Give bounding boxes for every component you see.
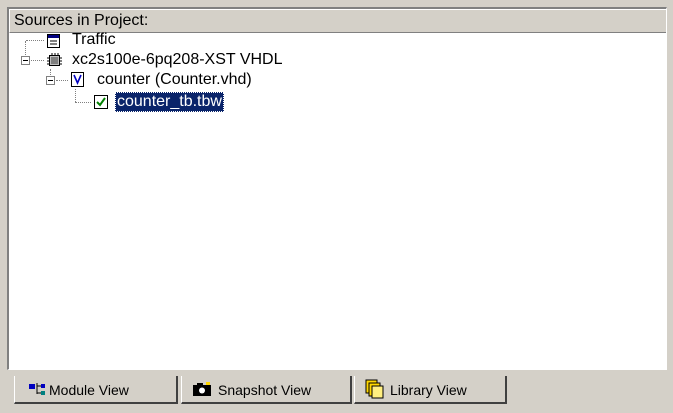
tab-label: Library View — [390, 382, 467, 398]
tab-label: Snapshot View — [218, 382, 312, 398]
tab-snapshot-view[interactable]: Snapshot View — [181, 376, 352, 404]
source-tree: Traffic xc2s100e-6pq208-XST VHDL counter — [9, 31, 666, 369]
testbench-icon — [94, 95, 108, 109]
chip-icon — [47, 53, 62, 66]
module-view-icon — [29, 383, 45, 395]
tree-line — [56, 80, 68, 81]
collapse-toggle-device[interactable] — [21, 56, 30, 65]
tab-module-view[interactable]: Module View — [14, 376, 178, 404]
tree-line — [31, 60, 44, 61]
tree-line — [26, 40, 44, 41]
tree-item-label: counter (Counter.vhd) — [97, 71, 252, 88]
project-file-icon — [47, 34, 60, 48]
tree-line — [75, 89, 76, 102]
tree-item-label: xc2s100e-6pq208-XST VHDL — [72, 51, 283, 68]
tree-line — [75, 102, 91, 103]
camera-icon — [193, 382, 211, 396]
collapse-toggle-counter[interactable] — [46, 76, 55, 85]
tree-item-label: counter_tb.tbw — [115, 92, 224, 112]
tree-item-label: Traffic — [72, 31, 116, 48]
tab-label: Module View — [49, 382, 129, 398]
sources-panel: Sources in Project: Traffic xc2s100e-6pq… — [7, 7, 667, 370]
tab-library-view[interactable]: Library View — [354, 376, 507, 404]
vhdl-module-icon — [71, 72, 84, 87]
library-icon — [365, 379, 384, 399]
